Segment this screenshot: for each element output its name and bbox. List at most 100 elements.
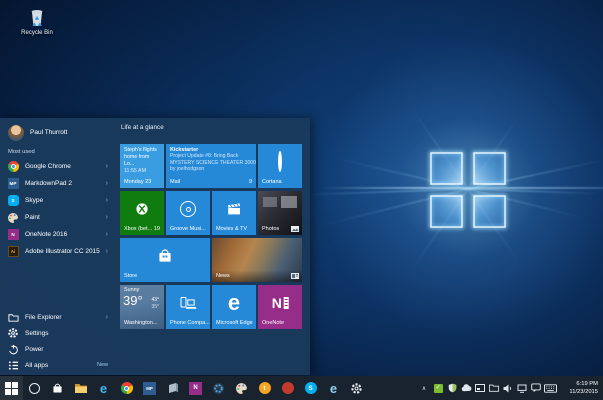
tile-onenote[interactable]: N OneNote [258, 285, 302, 329]
blue-gear-icon [212, 382, 225, 395]
photos-app-button[interactable] [161, 376, 184, 400]
app-item-illustrator[interactable]: Ai Adobe Illustrator CC 2015 › [0, 243, 115, 260]
chevron-right-icon[interactable]: › [106, 163, 108, 170]
chevron-right-icon[interactable]: › [106, 314, 108, 321]
app-item-markdownpad[interactable]: MP MarkdownPad 2 › [0, 175, 115, 192]
app-item-paint[interactable]: Paint › [0, 209, 115, 226]
keyboard-icon [544, 384, 557, 393]
start-menu-left-panel: Paul Thurrott Most used Google Chrome › … [0, 118, 115, 375]
green-check-icon: ✓ [434, 384, 443, 393]
photos-app-icon [167, 382, 179, 394]
tile-cortana[interactable]: Cortana [258, 144, 302, 188]
tile-weather[interactable]: Sunny 39° 43° 35° Washington... [120, 285, 164, 329]
recycle-bin-shortcut[interactable]: Recycle Bin [14, 7, 60, 36]
taskbar-clock[interactable]: 6:19 PM 11/23/2015 [557, 376, 603, 400]
speech-bubble-icon [531, 383, 541, 393]
cloud-icon [461, 384, 472, 392]
action-center-button[interactable] [529, 376, 543, 400]
tray-folder-button[interactable] [487, 376, 501, 400]
windows-desktop: Recycle Bin Paul Thurrott Most used Goog… [0, 0, 603, 400]
tile-label: Microsoft Edge [216, 320, 253, 326]
defender-button[interactable] [445, 376, 459, 400]
markdownpad-button[interactable]: MP [138, 376, 161, 400]
onedrive-button[interactable] [459, 376, 473, 400]
onenote-button[interactable]: N [184, 376, 207, 400]
chevron-right-icon[interactable]: › [106, 231, 108, 238]
tile-xbox[interactable]: Xbox (bet... 19 [120, 191, 164, 235]
tile-phone-companion[interactable]: Phone Compa... [166, 285, 210, 329]
tile-label: News [216, 273, 230, 279]
tile-store[interactable]: Store [120, 238, 210, 282]
mail-subject-line2: MYSTERY SCIENCE THEATER 3000 [166, 160, 256, 167]
app-item-skype[interactable]: S Skype › [0, 192, 115, 209]
store-bag-icon [156, 248, 174, 265]
most-used-list: Google Chrome › MP MarkdownPad 2 › S Sky… [0, 158, 115, 260]
sync-status-button[interactable]: ✓ [431, 376, 445, 400]
tile-mail[interactable]: Kickstarter Project Update #8: Bring Bac… [166, 144, 256, 188]
file-explorer-button[interactable] [69, 376, 92, 400]
user-avatar[interactable] [8, 125, 24, 141]
store-bag-icon [51, 382, 64, 395]
windows-logo-icon [5, 382, 18, 395]
weather-low: 35° [151, 304, 159, 310]
markdownpad-icon: MP [7, 178, 19, 190]
display-button[interactable] [473, 376, 487, 400]
tile-group-header[interactable]: Life at a glance [121, 124, 164, 131]
tile-news[interactable]: News [212, 238, 302, 282]
tray-expand-button[interactable]: ∧ [417, 376, 431, 400]
clock-date: 11/23/2015 [557, 388, 598, 396]
file-explorer-item[interactable]: File Explorer › [0, 309, 115, 325]
chevron-right-icon[interactable]: › [106, 214, 108, 221]
all-apps-item[interactable]: All apps New [0, 357, 115, 373]
photo-badge-icon [291, 226, 299, 232]
tile-groove-music[interactable]: Groove Musi... [166, 191, 210, 235]
weather-temp: 39° [123, 293, 143, 308]
chevron-up-icon: ∧ [422, 385, 426, 392]
speaker-icon [503, 384, 513, 393]
volume-button[interactable] [501, 376, 515, 400]
settings-item[interactable]: Settings [0, 325, 115, 341]
chevron-right-icon[interactable]: › [106, 248, 108, 255]
onenote-icon: N [189, 382, 202, 395]
chevron-right-icon[interactable]: › [106, 180, 108, 187]
app-item-onenote-2016[interactable]: N OneNote 2016 › [0, 226, 115, 243]
power-item[interactable]: Power [0, 341, 115, 357]
folder-icon [7, 311, 19, 323]
movies-tv-icon [226, 202, 242, 216]
edge-button[interactable]: e [92, 376, 115, 400]
clock-time: 6:19 PM [557, 380, 598, 388]
system-tray: ∧ ✓ [417, 376, 603, 400]
red-app-button[interactable] [276, 376, 299, 400]
app-item-google-chrome[interactable]: Google Chrome › [0, 158, 115, 175]
tile-label: Movies & TV [216, 226, 247, 232]
chrome-button[interactable] [115, 376, 138, 400]
edge-icon: e [100, 382, 107, 395]
skype-button[interactable]: S [299, 376, 322, 400]
tile-microsoft-edge[interactable]: e Microsoft Edge [212, 285, 256, 329]
tile-photos[interactable]: Photos [258, 191, 302, 235]
blue-gear-app-button[interactable] [207, 376, 230, 400]
start-button[interactable] [0, 376, 23, 400]
tile-calendar[interactable]: Steph's flights home from Lo... 11:55 AM… [120, 144, 164, 188]
chevron-right-icon[interactable]: › [106, 197, 108, 204]
start-menu-footer: File Explorer › Settings Power [0, 309, 115, 373]
tweetium-button[interactable]: t [253, 376, 276, 400]
internet-explorer-button[interactable]: e [322, 376, 345, 400]
paint-palette-icon [7, 212, 19, 224]
tile-movies-tv[interactable]: Movies & TV [212, 191, 256, 235]
paint-button[interactable] [230, 376, 253, 400]
tile-label: Mail [170, 179, 180, 185]
xbox-icon [135, 202, 149, 216]
mail-subject-line1: Project Update #8: Bring Back [166, 153, 256, 160]
store-button[interactable] [46, 376, 69, 400]
user-name[interactable]: Paul Thurrott [30, 129, 67, 136]
recycle-bin-label: Recycle Bin [14, 30, 60, 36]
tile-label: Xbox (bet... [124, 226, 152, 232]
mail-unread-badge: 9 [249, 179, 252, 185]
cortana-button[interactable] [23, 376, 46, 400]
network-button[interactable] [515, 376, 529, 400]
touch-keyboard-button[interactable] [543, 376, 557, 400]
settings-button[interactable] [345, 376, 368, 400]
start-menu: Paul Thurrott Most used Google Chrome › … [0, 118, 310, 375]
calendar-event-title2: home from Lo... [124, 154, 161, 168]
